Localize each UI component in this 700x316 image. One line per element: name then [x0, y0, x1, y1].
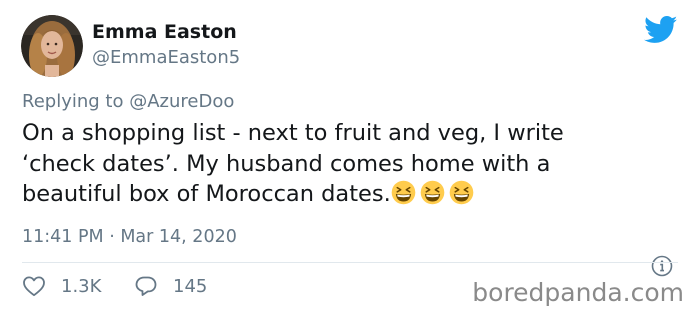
- avatar-image: [21, 15, 83, 77]
- user-handle[interactable]: @EmmaEaston5: [92, 47, 240, 68]
- like-count: 1.3K: [61, 275, 102, 297]
- tweet-line-2: ‘check dates’. My husband comes home wit…: [22, 150, 551, 177]
- speech-bubble-icon: [134, 275, 158, 297]
- avatar[interactable]: [21, 15, 83, 77]
- grinning-squinting-face-emoji: [420, 180, 445, 205]
- reply-prefix: Replying to: [22, 91, 124, 112]
- reply-count: 145: [173, 275, 208, 297]
- tweet-text: On a shopping list - next to fruit and v…: [22, 118, 682, 210]
- tweet-line-1: On a shopping list - next to fruit and v…: [22, 120, 564, 146]
- reply-button[interactable]: 145: [134, 275, 207, 297]
- heart-icon: [22, 275, 46, 297]
- grinning-squinting-face-emoji: [391, 180, 416, 205]
- divider: [22, 262, 678, 263]
- tweet-card: Emma Easton @EmmaEaston5 Replying to @Az…: [0, 0, 700, 316]
- reply-to-handle[interactable]: @AzureDoo: [129, 91, 234, 112]
- display-name[interactable]: Emma Easton: [92, 21, 237, 43]
- reply-context: Replying to @AzureDoo: [22, 91, 234, 112]
- tweet-timestamp[interactable]: 11:41 PM · Mar 14, 2020: [22, 227, 237, 247]
- tweet-line-3-text: beautiful box of Moroccan dates.: [22, 181, 391, 207]
- twitter-bird-icon[interactable]: [644, 16, 678, 44]
- watermark: boredpanda.com: [472, 278, 684, 307]
- like-button[interactable]: 1.3K: [22, 275, 101, 297]
- info-icon[interactable]: [651, 255, 673, 277]
- tweet-line-3: beautiful box of Moroccan dates.: [22, 179, 682, 210]
- grinning-squinting-face-emoji: [449, 180, 474, 205]
